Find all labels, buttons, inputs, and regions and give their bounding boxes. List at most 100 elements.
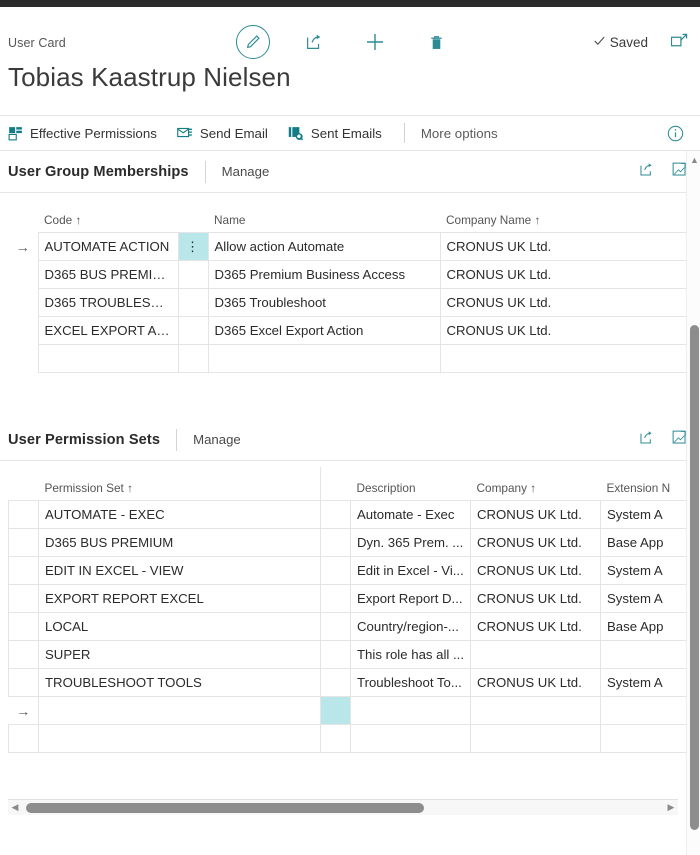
more-options-button[interactable]: More options bbox=[421, 126, 498, 141]
cell-extension-name[interactable]: System A bbox=[601, 669, 690, 697]
cell-permission-set[interactable]: EXPORT REPORT EXCEL bbox=[39, 585, 321, 613]
table-row[interactable]: AUTOMATE - EXEC Automate - Exec CRONUS U… bbox=[9, 501, 690, 529]
selected-cell[interactable] bbox=[321, 697, 351, 725]
cell-company-name[interactable]: CRONUS UK Ltd. bbox=[440, 289, 690, 317]
cell-name[interactable] bbox=[208, 345, 440, 373]
cell-permission-set[interactable] bbox=[39, 697, 321, 725]
cell-description[interactable]: Export Report D... bbox=[351, 585, 471, 613]
share-icon[interactable] bbox=[297, 25, 331, 59]
table-row[interactable]: D365 BUS PREMIUM D365 Premium Business A… bbox=[8, 261, 690, 289]
cell-permission-set[interactable]: EDIT IN EXCEL - VIEW bbox=[39, 557, 321, 585]
cell-extension-name[interactable]: System A bbox=[601, 585, 690, 613]
scroll-right-arrow-icon[interactable]: ▶ bbox=[664, 802, 678, 813]
column-header-name[interactable]: Name bbox=[208, 199, 440, 233]
cell-menu[interactable] bbox=[178, 317, 208, 345]
cell-company-name[interactable]: CRONUS UK Ltd. bbox=[440, 317, 690, 345]
trash-icon[interactable] bbox=[419, 25, 453, 59]
cell-menu[interactable] bbox=[321, 585, 351, 613]
table-row[interactable]: TROUBLESHOOT TOOLS Troubleshoot To... CR… bbox=[9, 669, 690, 697]
cell-description[interactable] bbox=[351, 697, 471, 725]
cell-code[interactable]: EXCEL EXPORT ACTI... bbox=[38, 317, 178, 345]
column-header-description[interactable]: Description bbox=[351, 467, 471, 501]
cell-name[interactable]: D365 Troubleshoot bbox=[208, 289, 440, 317]
cell-company[interactable]: CRONUS UK Ltd. bbox=[471, 501, 601, 529]
action-effective-permissions[interactable]: Effective Permissions bbox=[8, 126, 157, 141]
cell-company[interactable]: CRONUS UK Ltd. bbox=[471, 557, 601, 585]
cell-name[interactable]: D365 Premium Business Access bbox=[208, 261, 440, 289]
cell-menu[interactable] bbox=[321, 557, 351, 585]
cell-menu[interactable] bbox=[321, 725, 351, 753]
cell-code[interactable]: D365 TROUBLESHO... bbox=[38, 289, 178, 317]
vertical-scroll-thumb[interactable] bbox=[690, 325, 699, 830]
breadcrumb[interactable]: User Card bbox=[8, 36, 66, 50]
table-row[interactable]: EXPORT REPORT EXCEL Export Report D... C… bbox=[9, 585, 690, 613]
cell-extension-name[interactable] bbox=[601, 641, 690, 669]
action-send-email[interactable]: Send Email bbox=[177, 126, 268, 141]
cell-menu[interactable] bbox=[321, 501, 351, 529]
column-header-extension-name[interactable]: Extension N bbox=[601, 467, 690, 501]
row-context-menu-icon[interactable]: ⋮ bbox=[178, 233, 208, 261]
cell-code[interactable]: D365 BUS PREMIUM bbox=[38, 261, 178, 289]
cell-company[interactable] bbox=[471, 697, 601, 725]
column-header-code[interactable]: Code ↑ bbox=[38, 199, 178, 233]
share-icon[interactable] bbox=[638, 161, 655, 178]
table-row-empty[interactable] bbox=[8, 345, 690, 373]
cell-extension-name[interactable]: Base App bbox=[601, 529, 690, 557]
open-in-new-window-icon[interactable] bbox=[671, 33, 688, 55]
cell-permission-set[interactable]: D365 BUS PREMIUM bbox=[39, 529, 321, 557]
share-icon[interactable] bbox=[638, 429, 655, 446]
action-sent-emails[interactable]: Sent Emails bbox=[288, 126, 382, 141]
column-header-company-name[interactable]: Company Name ↑ bbox=[440, 199, 690, 233]
table-row[interactable]: SUPER This role has all ... bbox=[9, 641, 690, 669]
cell-menu[interactable] bbox=[178, 289, 208, 317]
cell-description[interactable]: Troubleshoot To... bbox=[351, 669, 471, 697]
cell-description[interactable]: Edit in Excel - Vi... bbox=[351, 557, 471, 585]
cell-extension-name[interactable]: System A bbox=[601, 501, 690, 529]
table-row[interactable]: EXCEL EXPORT ACTI... D365 Excel Export A… bbox=[8, 317, 690, 345]
scroll-left-arrow-icon[interactable]: ◀ bbox=[8, 802, 22, 813]
cell-company[interactable]: CRONUS UK Ltd. bbox=[471, 613, 601, 641]
column-header-company[interactable]: Company ↑ bbox=[471, 467, 601, 501]
cell-company[interactable]: CRONUS UK Ltd. bbox=[471, 529, 601, 557]
cell-menu[interactable] bbox=[321, 613, 351, 641]
cell-company-name[interactable] bbox=[440, 345, 690, 373]
cell-menu[interactable] bbox=[178, 345, 208, 373]
scroll-up-arrow-icon[interactable]: ▲ bbox=[690, 155, 699, 165]
cell-extension-name[interactable] bbox=[601, 697, 690, 725]
cell-permission-set[interactable]: LOCAL bbox=[39, 613, 321, 641]
cell-company-name[interactable]: CRONUS UK Ltd. bbox=[440, 261, 690, 289]
cell-description[interactable]: Country/region-... bbox=[351, 613, 471, 641]
cell-company[interactable]: CRONUS UK Ltd. bbox=[471, 669, 601, 697]
manage-menu-button[interactable]: Manage bbox=[193, 432, 241, 447]
horizontal-scrollbar[interactable]: ◀ ▶ bbox=[8, 799, 678, 815]
table-row[interactable]: EDIT IN EXCEL - VIEW Edit in Excel - Vi.… bbox=[9, 557, 690, 585]
table-row[interactable]: D365 TROUBLESHO... D365 Troubleshoot CRO… bbox=[8, 289, 690, 317]
cell-name[interactable]: Allow action Automate bbox=[208, 233, 440, 261]
vertical-scrollbar[interactable]: ▲ bbox=[686, 151, 700, 855]
cell-permission-set[interactable] bbox=[39, 725, 321, 753]
cell-description[interactable]: Dyn. 365 Prem. ... bbox=[351, 529, 471, 557]
cell-menu[interactable] bbox=[321, 641, 351, 669]
column-header-permission-set[interactable]: Permission Set ↑ bbox=[39, 467, 321, 501]
table-row[interactable]: D365 BUS PREMIUM Dyn. 365 Prem. ... CRON… bbox=[9, 529, 690, 557]
edit-pencil-icon[interactable] bbox=[236, 25, 270, 59]
cell-extension-name[interactable]: System A bbox=[601, 557, 690, 585]
manage-menu-button[interactable]: Manage bbox=[222, 164, 270, 179]
cell-code[interactable]: AUTOMATE ACTION bbox=[38, 233, 178, 261]
cell-menu[interactable] bbox=[178, 261, 208, 289]
cell-menu[interactable] bbox=[321, 669, 351, 697]
cell-description[interactable]: This role has all ... bbox=[351, 641, 471, 669]
cell-extension-name[interactable]: Base App bbox=[601, 613, 690, 641]
cell-company-name[interactable]: CRONUS UK Ltd. bbox=[440, 233, 690, 261]
table-row-empty[interactable] bbox=[9, 725, 690, 753]
cell-description[interactable] bbox=[351, 725, 471, 753]
table-row-new[interactable]: → bbox=[9, 697, 690, 725]
horizontal-scroll-thumb[interactable] bbox=[26, 803, 424, 813]
cell-code[interactable] bbox=[38, 345, 178, 373]
table-row[interactable]: LOCAL Country/region-... CRONUS UK Ltd. … bbox=[9, 613, 690, 641]
cell-permission-set[interactable]: TROUBLESHOOT TOOLS bbox=[39, 669, 321, 697]
cell-company[interactable] bbox=[471, 641, 601, 669]
table-row[interactable]: → AUTOMATE ACTION ⋮ Allow action Automat… bbox=[8, 233, 690, 261]
cell-extension-name[interactable] bbox=[601, 725, 690, 753]
cell-menu[interactable] bbox=[321, 529, 351, 557]
